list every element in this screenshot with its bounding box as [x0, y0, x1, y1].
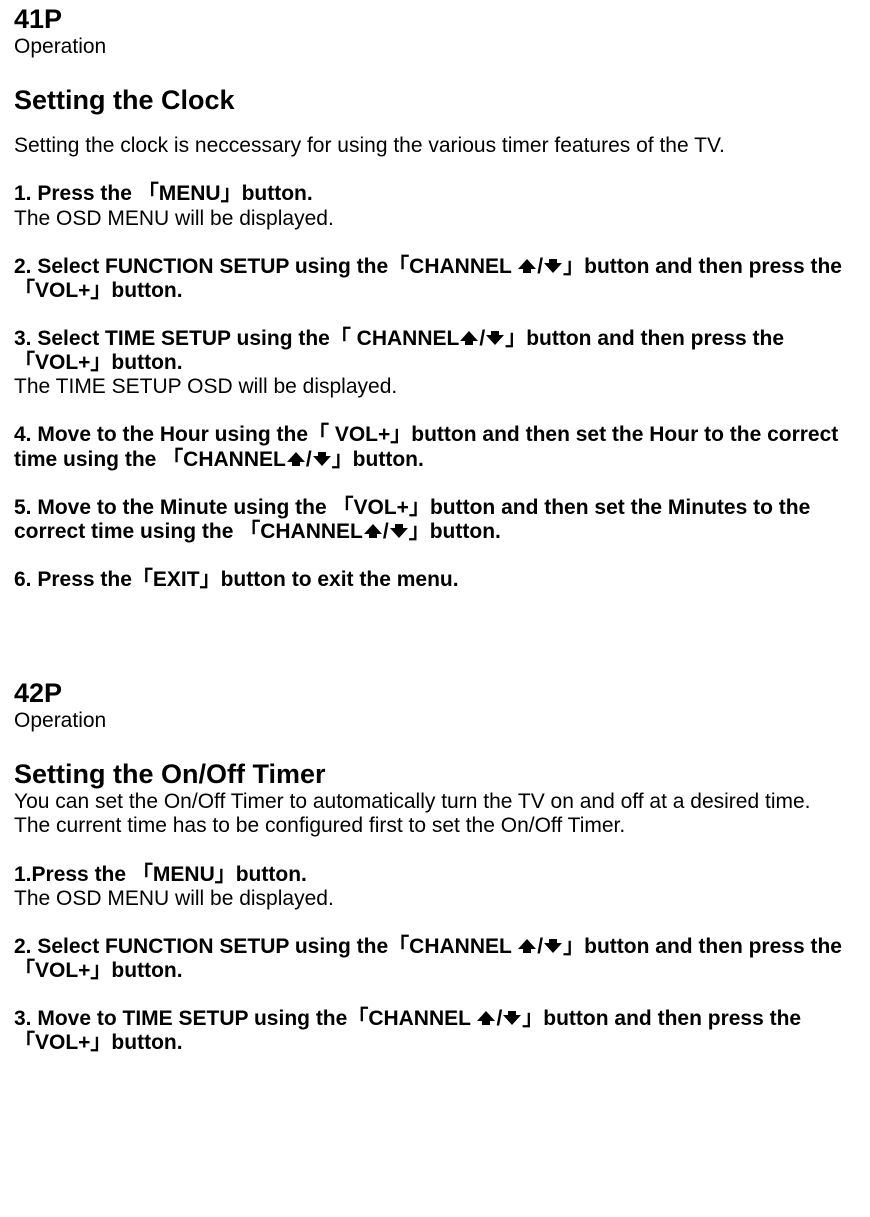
step-42p-3-bold: 3. Move to TIME SETUP using the「CHANNEL …: [14, 1007, 856, 1055]
step-41p-2-bold: 2. Select FUNCTION SETUP using the「CHANN…: [14, 255, 856, 303]
step-42p-2-bold: 2. Select FUNCTION SETUP using the「CHANN…: [14, 935, 856, 983]
step-41p-1-bold: 1. Press the 「MENU」button.: [14, 182, 856, 206]
step-42p-1-follow: The OSD MENU will be displayed.: [14, 887, 856, 911]
step-41p-6-bold: 6. Press the「EXIT」button to exit the men…: [14, 568, 856, 592]
section-label-42p: Operation: [14, 709, 856, 733]
step-41p-3-follow-leading: The: [14, 375, 56, 398]
step-41p-1: 1. Press the 「MENU」button. The OSD MENU …: [14, 182, 856, 230]
step-41p-3-bold: 3. Select TIME SETUP using the「 CHANNEL/…: [14, 327, 856, 375]
intro-41p: Setting the clock is neccessary for usin…: [14, 134, 856, 158]
step-41p-5: 5. Move to the Minute using the 「VOL+」bu…: [14, 496, 856, 544]
step-42p-2: 2. Select FUNCTION SETUP using the「CHANN…: [14, 935, 856, 983]
onoff-sub2: The current time has to be configured fi…: [14, 814, 856, 838]
heading-setting-clock: Setting the Clock: [14, 85, 856, 116]
step-41p-4-bold: 4. Move to the Hour using the「 VOL+」butt…: [14, 423, 856, 471]
step-42p-3: 3. Move to TIME SETUP using the「CHANNEL …: [14, 1007, 856, 1055]
step-41p-1-follow: The OSD MENU will be displayed.: [14, 207, 856, 231]
step-41p-4: 4. Move to the Hour using the「 VOL+」butt…: [14, 423, 856, 471]
heading-setting-onoff: Setting the On/Off Timer: [14, 759, 856, 790]
section-label-41p: Operation: [14, 35, 856, 59]
step-41p-3-follow: TIME SETUP OSD will be displayed.: [56, 375, 398, 398]
onoff-sub1: You can set the On/Off Timer to automati…: [14, 790, 856, 814]
page-number-41p: 41P: [14, 4, 856, 35]
step-41p-5-bold: 5. Move to the Minute using the 「VOL+」bu…: [14, 496, 856, 544]
step-42p-1-bold: 1.Press the 「MENU」button.: [14, 863, 856, 887]
page-number-42p: 42P: [14, 678, 856, 709]
step-41p-3: 3. Select TIME SETUP using the「 CHANNEL/…: [14, 327, 856, 399]
step-42p-1: 1.Press the 「MENU」button. The OSD MENU w…: [14, 863, 856, 911]
step-41p-2: 2. Select FUNCTION SETUP using the「CHANN…: [14, 255, 856, 303]
step-41p-6: 6. Press the「EXIT」button to exit the men…: [14, 568, 856, 592]
